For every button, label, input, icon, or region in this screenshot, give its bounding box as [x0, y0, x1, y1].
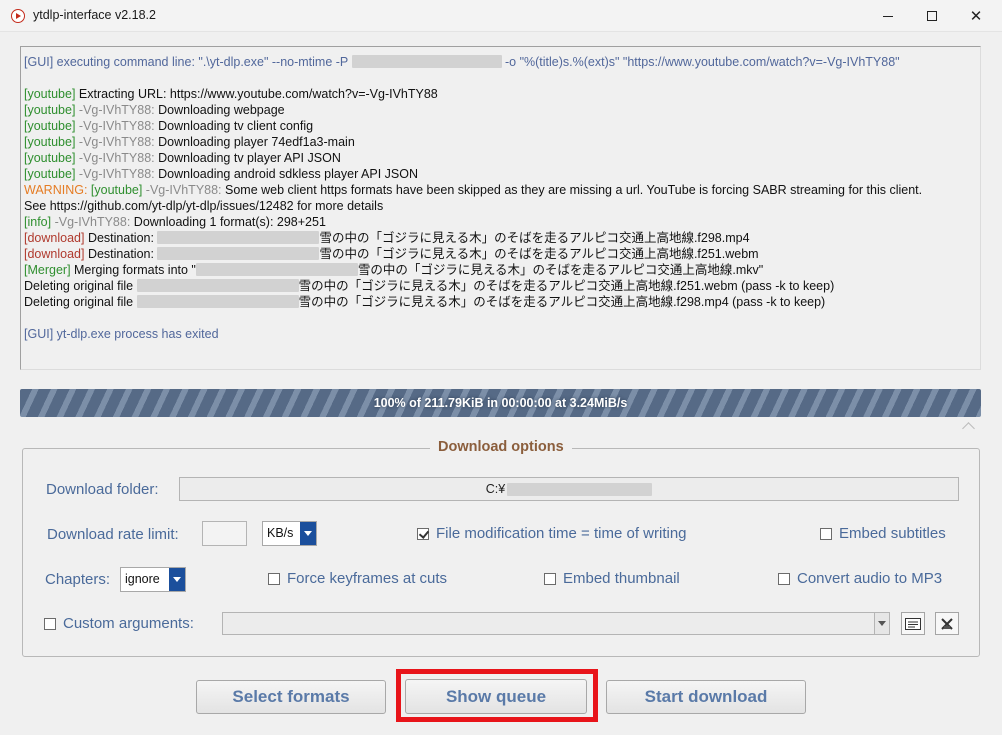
log-line-warning: WARNING: [youtube] -Vg-IVhTY88: Some web… — [24, 183, 923, 197]
minimize-icon — [883, 15, 893, 17]
log-line: [GUI] yt-dlp.exe process has exited — [24, 327, 219, 341]
checkbox-box — [544, 572, 556, 585]
redacted-path — [136, 279, 299, 292]
output-log[interactable]: [GUI] executing command line: ".\yt-dlp.… — [20, 46, 981, 370]
app-play-icon — [11, 9, 25, 23]
log-line: [Merger] Merging formats into " 雪の中の「ゴジラに… — [24, 263, 764, 277]
checkbox-box — [820, 527, 832, 540]
select-formats-button[interactable]: Select formats — [196, 680, 386, 714]
log-line: [youtube] Extracting URL: https://www.yo… — [24, 87, 438, 101]
log-line: Deleting original file 雪の中の「ゴジラに見える木」のそば… — [24, 295, 826, 309]
clear-icon — [941, 617, 953, 630]
log-line: [download] Destination: 雪の中の「ゴジラに見える木」のそ… — [24, 231, 750, 245]
show-queue-button[interactable]: Show queue — [405, 679, 587, 714]
chevron-down-icon — [300, 522, 316, 545]
redacted-path — [351, 55, 502, 68]
log-line: Deleting original file 雪の中の「ゴジラに見える木」のそば… — [24, 279, 835, 293]
log-line: [info] -Vg-IVhTY88: Downloading 1 format… — [24, 215, 326, 229]
checkbox-box — [417, 527, 429, 540]
custom-arguments-checkbox[interactable]: Custom arguments: — [44, 615, 194, 632]
mtime-checkbox-label: File modification time = time of writing — [436, 525, 687, 542]
window-title: ytdlp-interface v2.18.2 — [33, 8, 156, 22]
rate-limit-label: Download rate limit: — [47, 526, 179, 543]
redacted-path — [136, 295, 299, 308]
convert-mp3-checkbox[interactable]: Convert audio to MP3 — [778, 570, 942, 587]
log-line: [youtube] -Vg-IVhTY88: Downloading playe… — [24, 135, 355, 149]
convert-mp3-label: Convert audio to MP3 — [797, 570, 943, 587]
list-edit-icon — [905, 617, 921, 630]
redacted-path — [507, 482, 653, 496]
log-line: [youtube] -Vg-IVhTY88: Downloading webpa… — [24, 103, 285, 117]
redacted-path — [157, 231, 320, 244]
download-options-legend: Download options — [430, 439, 572, 455]
start-download-button[interactable]: Start download — [606, 680, 806, 714]
title-bar: ytdlp-interface v2.18.2 ✕ — [0, 0, 1002, 32]
log-line: [youtube] -Vg-IVhTY88: Downloading tv pl… — [24, 151, 341, 165]
maximize-icon — [927, 11, 937, 21]
edit-arguments-button[interactable] — [901, 612, 925, 635]
chapters-label: Chapters: — [45, 571, 111, 588]
log-line: See https://github.com/yt-dlp/yt-dlp/iss… — [24, 199, 384, 213]
force-keyframes-label: Force keyframes at cuts — [287, 570, 448, 587]
force-keyframes-checkbox[interactable]: Force keyframes at cuts — [268, 570, 447, 587]
rate-unit-select[interactable]: KB/s — [262, 521, 317, 546]
embed-thumbnail-label: Embed thumbnail — [563, 570, 680, 587]
embed-subtitles-label: Embed subtitles — [839, 525, 946, 542]
close-button[interactable]: ✕ — [953, 0, 999, 32]
maximize-button[interactable] — [909, 0, 955, 32]
download-folder-value: C:¥ — [485, 482, 506, 496]
log-line: [youtube] -Vg-IVhTY88: Downloading tv cl… — [24, 119, 314, 133]
checkbox-box — [44, 617, 56, 630]
collapse-options-icon[interactable] — [963, 421, 975, 433]
chapters-value: ignore — [125, 572, 160, 586]
clear-arguments-button[interactable] — [935, 612, 959, 635]
chapters-select[interactable]: ignore — [120, 567, 186, 592]
download-progress-bar: 100% of 211.79KiB in 00:00:00 at 3.24MiB… — [20, 389, 981, 417]
log-line: [youtube] -Vg-IVhTY88: Downloading andro… — [24, 167, 418, 181]
chevron-down-icon — [169, 568, 185, 591]
redacted-path — [157, 247, 320, 260]
minimize-button[interactable] — [865, 0, 911, 32]
checkbox-box — [778, 572, 790, 585]
custom-arguments-field[interactable] — [222, 612, 890, 635]
download-folder-field[interactable]: C:¥ — [179, 477, 959, 501]
log-line: [download] Destination: 雪の中の「ゴジラに見える木」のそ… — [24, 247, 759, 261]
checkbox-box — [268, 572, 280, 585]
custom-arguments-label: Custom arguments: — [63, 615, 194, 632]
rate-limit-input[interactable] — [202, 521, 247, 546]
rate-unit-value: KB/s — [267, 526, 294, 540]
log-line: [GUI] executing command line: ".\yt-dlp.… — [24, 55, 900, 69]
download-folder-label: Download folder: — [46, 481, 159, 498]
chevron-down-icon — [874, 613, 889, 634]
embed-subtitles-checkbox[interactable]: Embed subtitles — [820, 525, 946, 542]
mtime-checkbox[interactable]: File modification time = time of writing — [417, 525, 687, 542]
embed-thumbnail-checkbox[interactable]: Embed thumbnail — [544, 570, 680, 587]
redacted-path — [195, 263, 358, 276]
progress-text: 100% of 211.79KiB in 00:00:00 at 3.24MiB… — [373, 396, 628, 410]
